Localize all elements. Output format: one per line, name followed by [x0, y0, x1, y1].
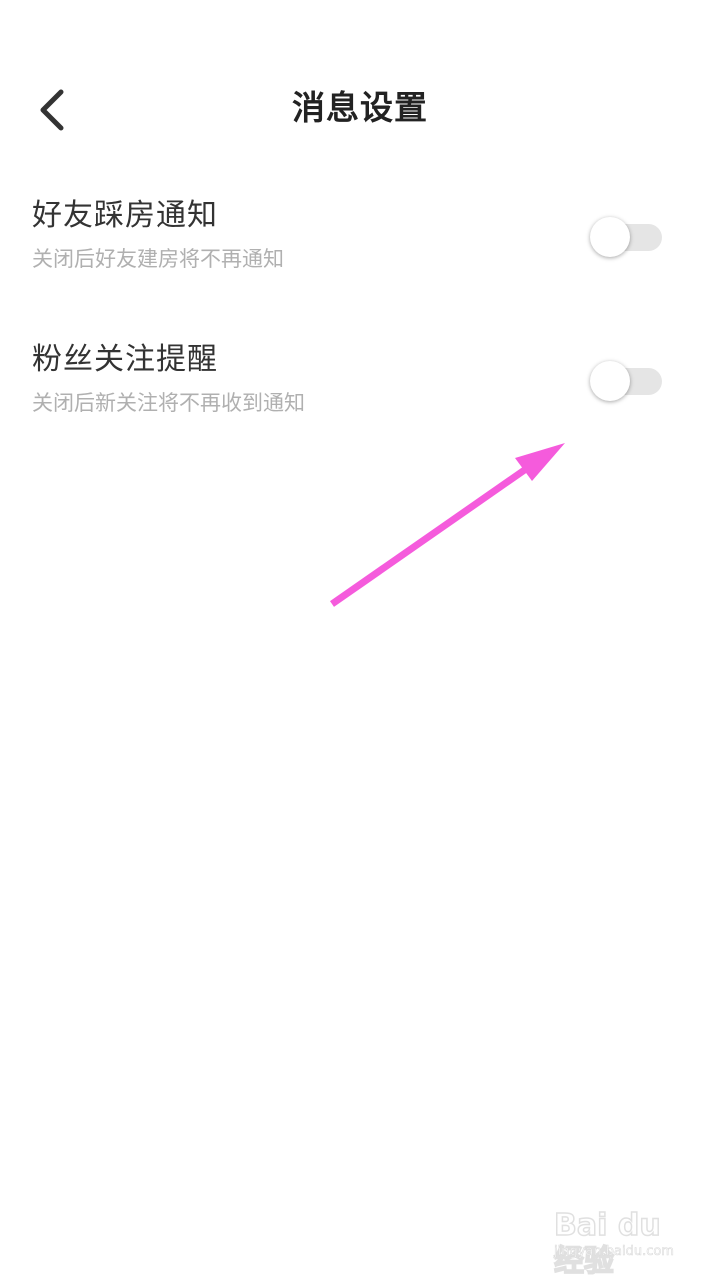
- fan-follow-toggle[interactable]: [590, 358, 664, 402]
- setting-description: 关闭后好友建房将不再通知: [32, 247, 284, 271]
- friend-visit-toggle[interactable]: [590, 214, 664, 258]
- setting-row-friend-visit: 好友踩房通知 关闭后好友建房将不再通知: [0, 190, 720, 310]
- page-title: 消息设置: [292, 88, 428, 127]
- toggle-knob: [590, 361, 630, 401]
- watermark-url: jingyan.baidu.com: [554, 1244, 675, 1260]
- setting-row-fan-follow: 粉丝关注提醒 关闭后新关注将不再收到通知: [0, 334, 720, 454]
- setting-title: 好友踩房通知: [32, 198, 218, 233]
- header: 消息设置: [0, 62, 720, 152]
- toggle-knob: [590, 217, 630, 257]
- setting-description: 关闭后新关注将不再收到通知: [32, 391, 305, 415]
- setting-title: 粉丝关注提醒: [32, 342, 218, 377]
- watermark: Bai du 经验 jingyan.baidu.com: [548, 1200, 698, 1280]
